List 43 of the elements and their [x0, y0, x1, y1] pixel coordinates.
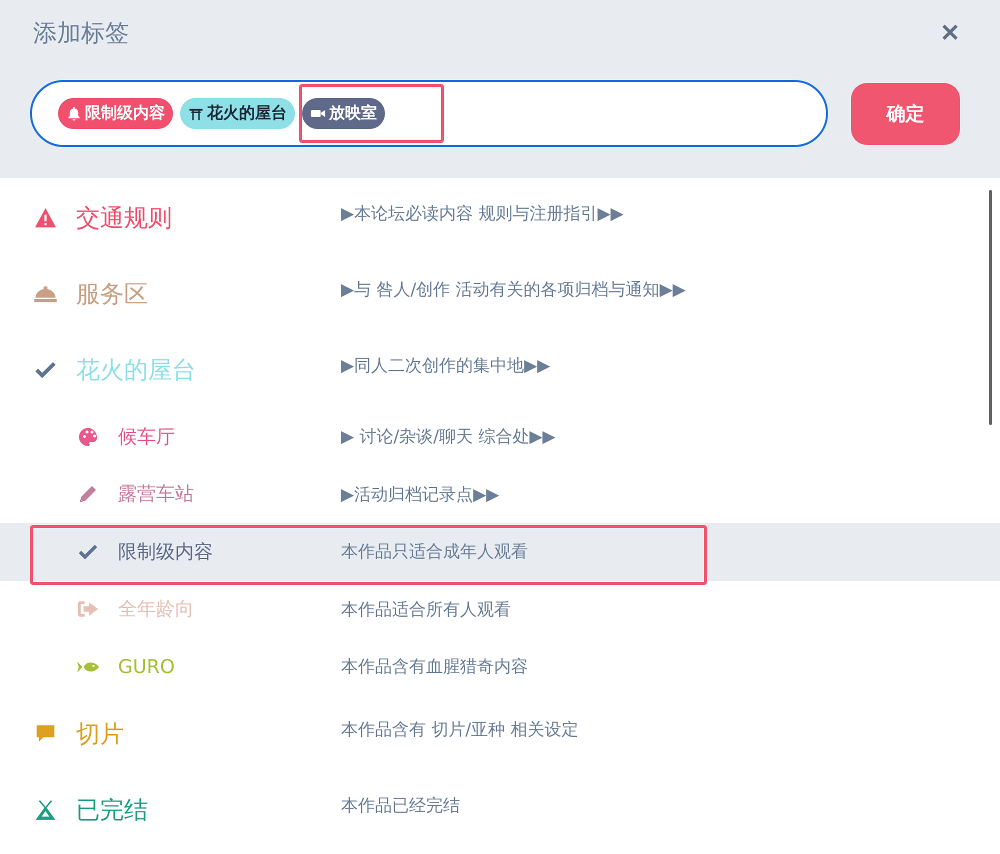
tag-description: ▶ 讨论/杂谈/聊天 综合处▶▶	[341, 426, 556, 448]
tag-chip[interactable]: 限制级内容	[58, 98, 173, 129]
tag-name: 已完结	[76, 794, 148, 826]
tag-name: 服务区	[76, 279, 148, 310]
tag-name: 限制级内容	[118, 540, 213, 565]
tag-name: 花火的屋台	[76, 355, 196, 386]
share-arrow-icon	[76, 599, 100, 620]
tag-option[interactable]: 已完结 本作品已经完结	[0, 772, 1000, 848]
tag-chip[interactable]: 花火的屋台	[180, 98, 295, 129]
tag-option[interactable]: 露营车站 ▶活动归档记录点▶▶	[0, 466, 1000, 523]
tag-option[interactable]: 候车厅 ▶ 讨论/杂谈/聊天 综合处▶▶	[0, 408, 1000, 466]
close-button[interactable]: ✕	[940, 18, 970, 48]
tent-icon	[33, 798, 58, 820]
tag-name: GURO	[118, 656, 175, 678]
gate-icon	[188, 106, 204, 121]
tag-name: 露营车站	[118, 482, 194, 508]
tag-name: 切片	[76, 718, 124, 750]
tag-option[interactable]: 交通规则 ▶本论坛必读内容 规则与注册指引▶▶	[0, 180, 1000, 256]
confirm-button[interactable]: 确定	[851, 82, 960, 144]
tag-option[interactable]: 切片 本作品含有 切片/亚种 相关设定	[0, 696, 1000, 772]
tag-option[interactable]: 花火的屋台 ▶同人二次创作的集中地▶▶	[0, 332, 1000, 408]
tag-description: ▶本论坛必读内容 规则与注册指引▶▶	[341, 203, 624, 225]
tag-chip[interactable]: 放映室	[302, 98, 385, 129]
tag-description: 本作品已经完结	[341, 794, 460, 816]
bell-icon	[66, 106, 82, 121]
tag-description: 本作品适合所有人观看	[341, 598, 511, 621]
tag-name: 交通规则	[76, 203, 172, 234]
tag-name: 候车厅	[118, 424, 175, 450]
dialog-title: 添加标签	[33, 18, 129, 49]
tag-input-field[interactable]: 限制级内容 花火的屋台 放映室	[30, 80, 828, 147]
tag-option[interactable]: 服务区 ▶与 咎人/创作 活动有关的各项归档与通知▶▶	[0, 256, 1000, 332]
tag-option[interactable]: GURO 本作品含有血腥猎奇内容	[0, 638, 1000, 696]
tag-name: 全年龄向	[118, 597, 194, 622]
tag-description: 本作品只适合成年人观看	[341, 541, 528, 564]
tag-description: ▶同人二次创作的集中地▶▶	[341, 355, 550, 377]
scrollbar[interactable]	[989, 190, 992, 425]
tag-description: 本作品含有血腥猎奇内容	[341, 656, 528, 678]
warning-icon	[33, 207, 58, 229]
palette-icon	[76, 426, 100, 447]
tag-option[interactable]: 全年龄向 本作品适合所有人观看	[0, 580, 1000, 638]
tag-description: ▶活动归档记录点▶▶	[341, 484, 500, 506]
tag-description: ▶与 咎人/创作 活动有关的各项归档与通知▶▶	[341, 279, 686, 301]
tag-description: 本作品含有 切片/亚种 相关设定	[341, 718, 579, 740]
